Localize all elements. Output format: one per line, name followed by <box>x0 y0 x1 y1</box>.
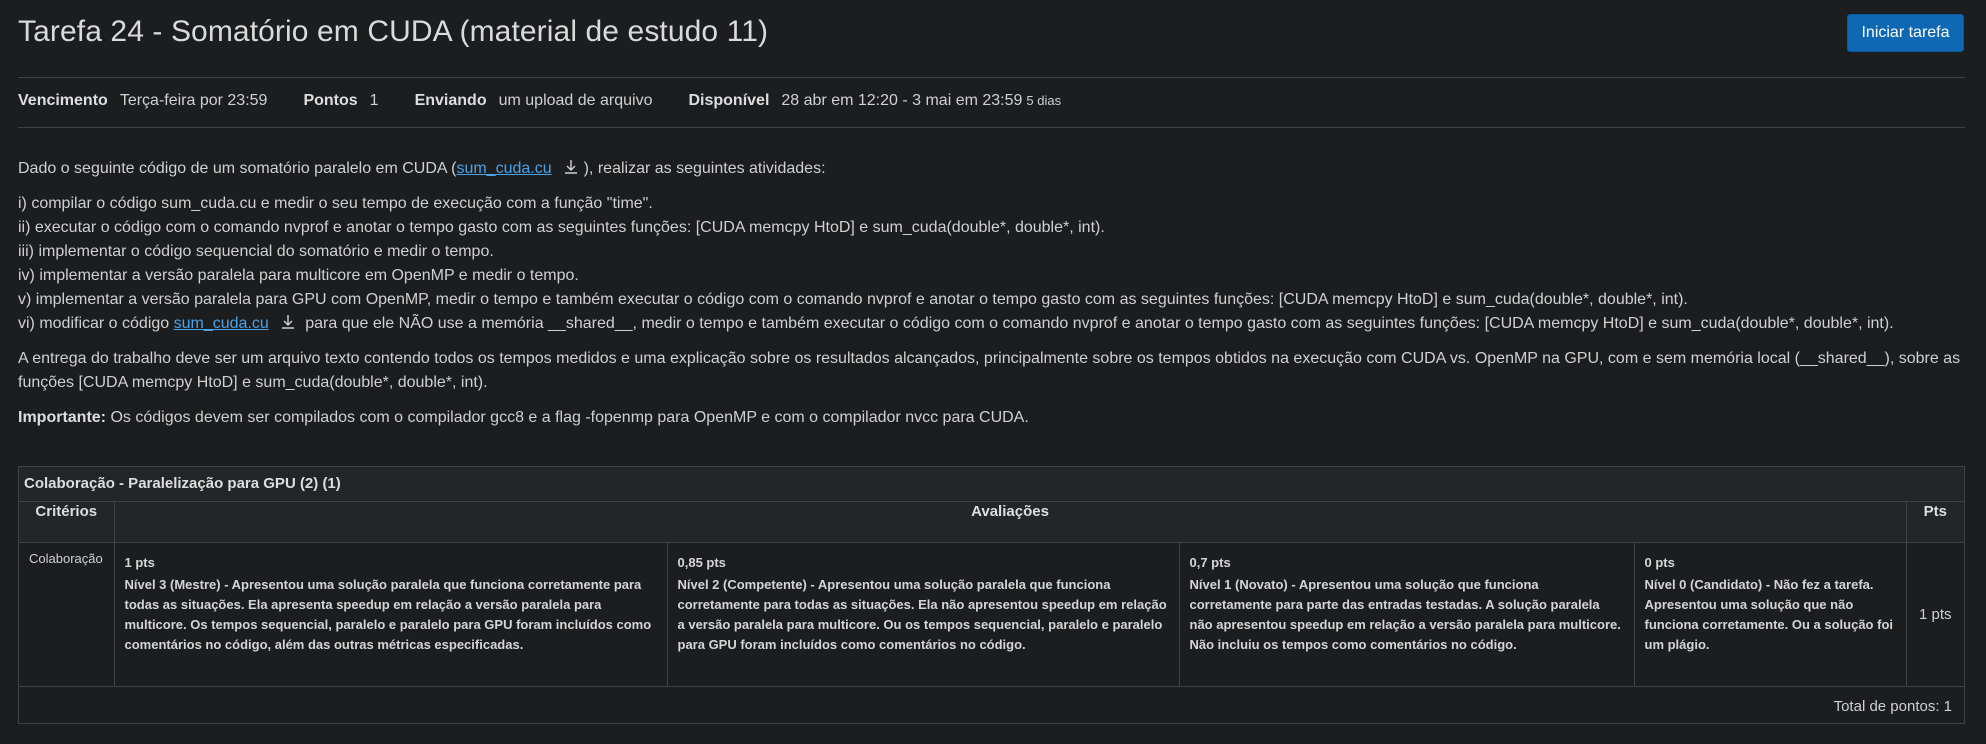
total-points: Total de pontos: 1 <box>19 686 1965 725</box>
criterion-row: Colaboração 1 pts Nível 3 (Mestre) - Apre… <box>19 542 1965 687</box>
download-icon[interactable] <box>279 313 297 331</box>
rubric-header-row: Critérios Avaliações Pts <box>19 502 1965 543</box>
delivery-paragraph: A entrega do trabalho deve ser um arquiv… <box>18 350 1961 391</box>
points-label: Pontos <box>303 92 358 109</box>
assignment-details: Vencimento Terça-feira por 23:59 Pontos … <box>18 92 1061 114</box>
rating-cell: 0,7 pts Nível 1 (Novato) - Apresentou uma… <box>1178 542 1635 687</box>
start-assignment-button[interactable]: Iniciar tarefa <box>1847 14 1964 52</box>
due-value: Terça-feira por 23:59 <box>119 92 268 109</box>
activity-item: iv) implementar a versão paralela para m… <box>18 267 579 284</box>
rubric-title: Colaboração - Paralelização para GPU (2)… <box>19 467 1964 502</box>
pts-header: Pts <box>1905 502 1965 543</box>
assignment-description: Dado o seguinte código de um somatório p… <box>18 157 1963 430</box>
submitting-value: um upload de arquivo <box>498 92 653 109</box>
rubric: Colaboração - Paralelização para GPU (2)… <box>18 466 1965 725</box>
rating-points: 0,85 pts <box>677 555 726 570</box>
submitting-label: Enviando <box>414 92 487 109</box>
activity-item: v) implementar a versão paralela para GP… <box>18 291 1688 308</box>
criterion-points: 1 pts <box>1905 542 1965 687</box>
page-title: Tarefa 24 - Somatório em CUDA (material … <box>18 15 769 48</box>
activity-item: ii) executar o código com o comando nvpr… <box>18 219 1105 236</box>
description-intro: Dado o seguinte código de um somatório p… <box>18 158 826 177</box>
important-label: Importante: <box>18 409 106 426</box>
available-days: 5 dias <box>1026 93 1062 108</box>
rating-description: Nível 3 (Mestre) - Apresentou uma soluçã… <box>124 577 652 652</box>
criteria-header: Critérios <box>19 502 115 543</box>
divider <box>18 127 1965 128</box>
total-row: Total de pontos: 1 <box>19 686 1965 725</box>
activity-item: i) compilar o código sum_cuda.cu e medir… <box>18 195 653 212</box>
assignment-page: Tarefa 24 - Somatório em CUDA (material … <box>0 0 1986 744</box>
rating-description: Nível 0 (Candidato) - Não fez a tarefa. … <box>1644 577 1894 652</box>
rating-points: 1 pts <box>124 555 155 570</box>
download-icon[interactable] <box>562 158 580 176</box>
ratings-header: Avaliações <box>113 502 1907 543</box>
important-note: Importante: Os códigos devem ser compila… <box>18 409 1029 426</box>
rating-points: 0,7 pts <box>1189 555 1231 570</box>
due-label: Vencimento <box>18 92 108 109</box>
rating-description: Nível 2 (Competente) - Apresentou uma so… <box>677 577 1167 652</box>
rubric-table: Critérios Avaliações Pts Colaboração 1 p… <box>19 502 1965 725</box>
rating-cell: 1 pts Nível 3 (Mestre) - Apresentou uma s… <box>113 542 668 687</box>
divider <box>18 77 1965 78</box>
available-value: 28 abr em 12:20 - 3 mai em 23:59 <box>781 92 1023 109</box>
activity-item: vi) modificar o código sum_cuda.cu para … <box>18 313 1894 332</box>
rating-cell: 0 pts Nível 0 (Candidato) - Não fez a tar… <box>1633 542 1907 687</box>
available-label: Disponível <box>688 92 770 109</box>
criterion-name: Colaboração <box>19 542 115 687</box>
activity-item: iii) implementar o código sequencial do … <box>18 243 494 260</box>
rating-points: 0 pts <box>1644 555 1675 570</box>
sum-cuda-file-link[interactable]: sum_cuda.cu <box>456 160 551 177</box>
rating-description: Nível 1 (Novato) - Apresentou uma soluçã… <box>1189 577 1621 652</box>
sum-cuda-file-link[interactable]: sum_cuda.cu <box>174 315 269 332</box>
rating-cell: 0,85 pts Nível 2 (Competente) - Apresento… <box>666 542 1180 687</box>
points-value: 1 <box>369 92 379 109</box>
